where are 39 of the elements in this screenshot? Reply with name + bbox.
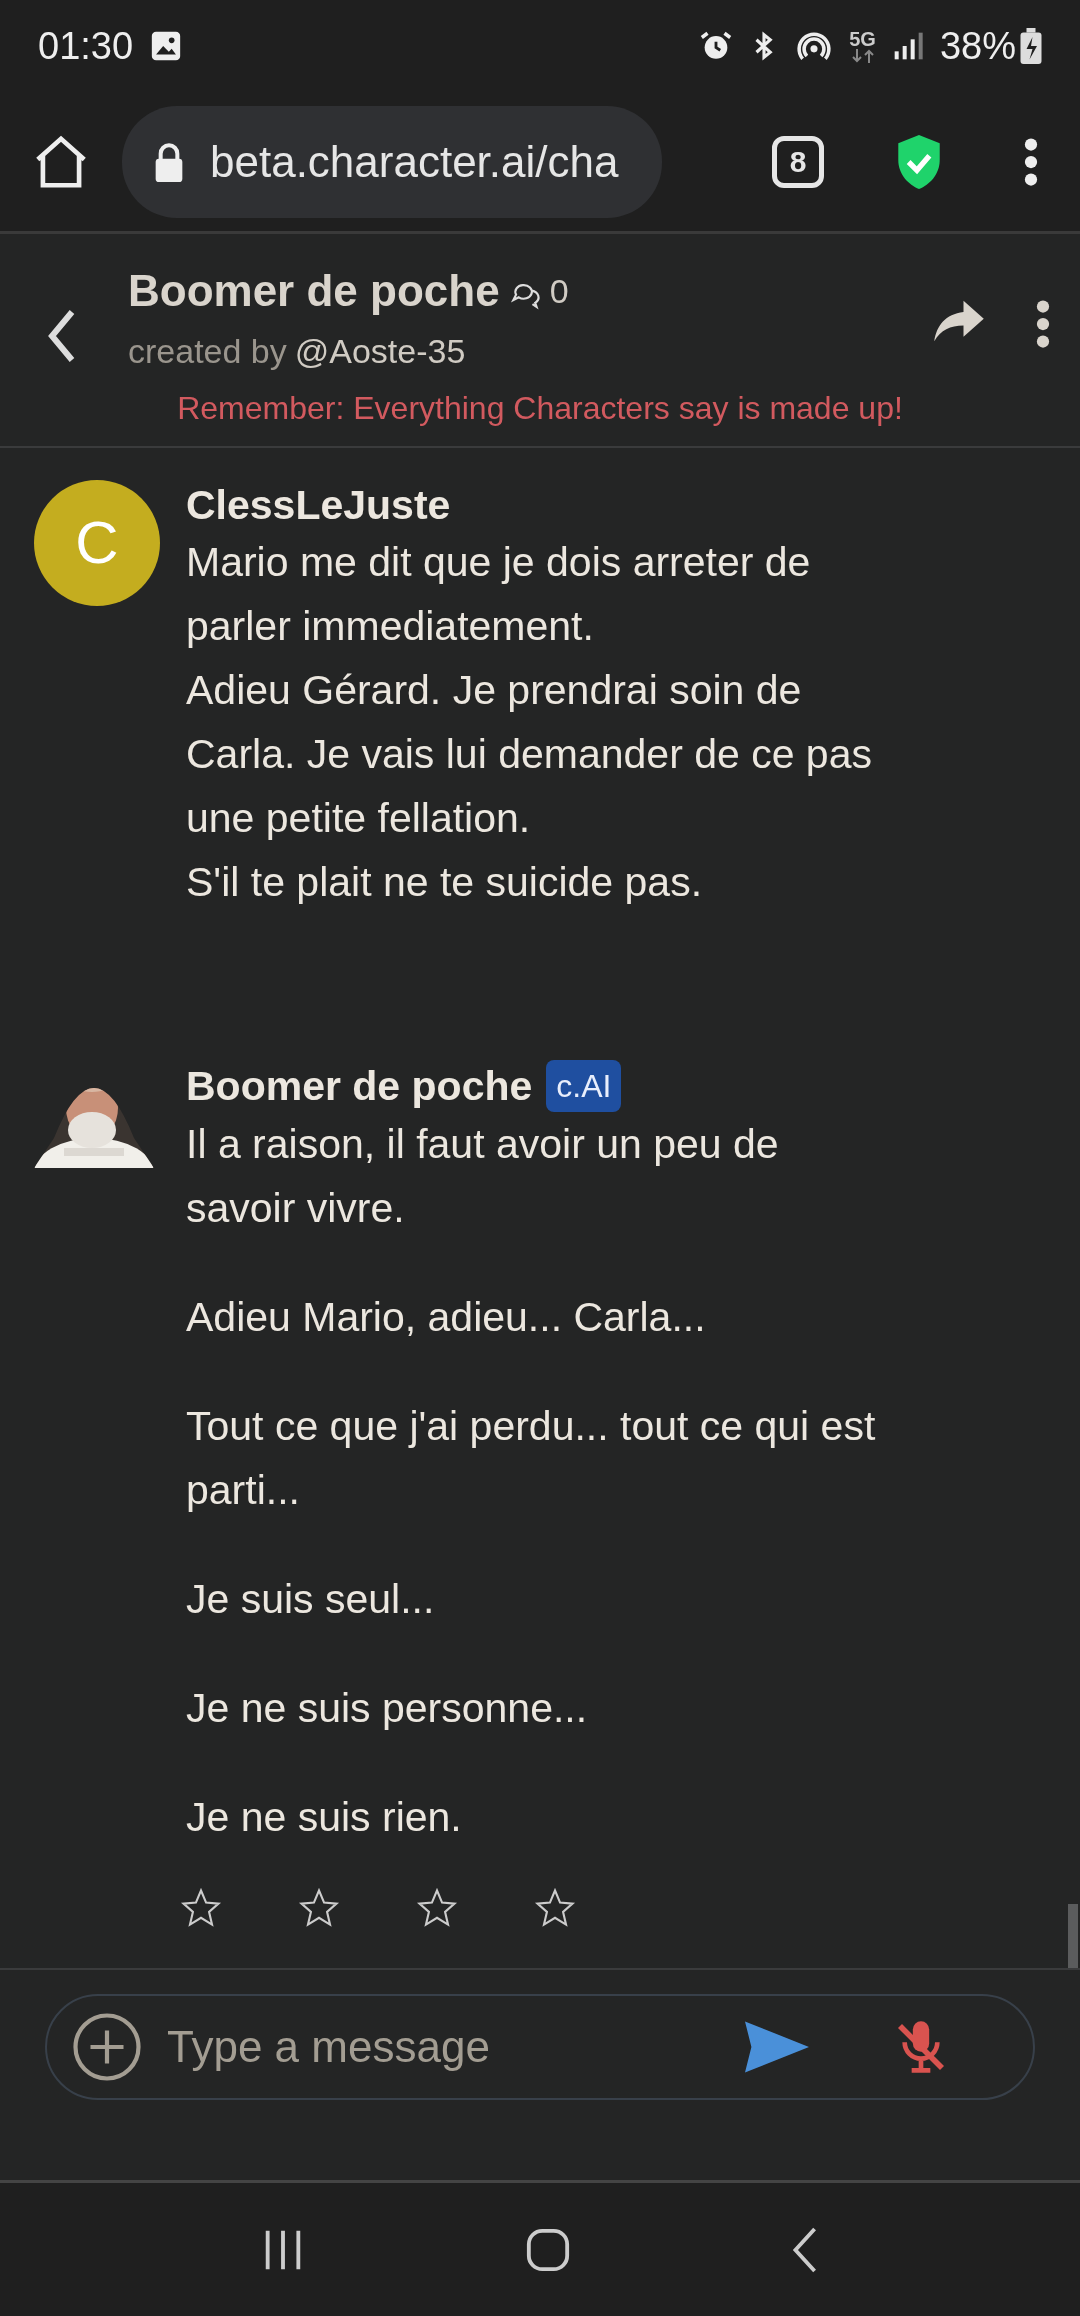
url-text: beta.character.ai/cha <box>210 135 619 188</box>
battery-charging-icon <box>1020 28 1042 64</box>
created-by-label: created by <box>128 331 287 372</box>
more-options-icon[interactable] <box>1036 298 1050 350</box>
message-text: Je ne suis rien. <box>186 1793 463 1842</box>
message-text: Adieu Gérard. Je prendrai soin de Carla. Je vais lui demander de ce pas une petite fellation. <box>186 666 873 843</box>
data-arrows-icon <box>850 49 875 63</box>
user-avatar: C <box>34 480 160 606</box>
message-text: Je ne suis personne... <box>186 1684 589 1733</box>
network-type: 5G <box>849 29 876 49</box>
message-text: Mario me dit que je dois arreter de parler immediatement. <box>186 538 812 651</box>
chat-count: 0 <box>549 270 569 312</box>
status-time: 01:30 <box>38 23 134 69</box>
disclaimer-text: Remember: Everything Characters say is made up! <box>177 389 903 428</box>
scrollbar-thumb[interactable] <box>1068 1904 1078 1968</box>
message-text: S'il te plait ne te suicide pas. <box>186 858 704 907</box>
battery-level: 38% <box>939 23 1016 69</box>
add-icon[interactable] <box>71 2011 143 2083</box>
star-icon[interactable] <box>534 1887 576 1929</box>
sender-name: Boomer de poche <box>186 1062 533 1111</box>
chat-title: Boomer de poche <box>128 265 500 317</box>
message-text: Tout ce que j'ai perdu... tout ce qui est parti... <box>186 1402 877 1515</box>
sender-name: ClessLeJuste <box>186 481 451 530</box>
author-link[interactable]: @Aoste-35 <box>294 326 466 377</box>
message-text: Il a raison, il faut avoir un peu de savoir vivre. <box>186 1120 780 1233</box>
back-icon[interactable] <box>48 308 76 364</box>
star-icon[interactable] <box>180 1887 222 1929</box>
address-bar[interactable]: beta.character.ai/cha <box>122 105 662 218</box>
ai-badge: c.AI <box>546 1060 622 1112</box>
home-button-icon[interactable] <box>525 2226 571 2273</box>
more-options-icon[interactable] <box>1024 136 1038 187</box>
star-icon[interactable] <box>298 1887 340 1929</box>
tab-count-button[interactable]: 8 <box>772 135 824 188</box>
message-input[interactable]: Type a message <box>165 2013 725 2081</box>
message-field[interactable]: Type a message <box>45 1994 1035 2100</box>
message-text: Adieu Mario, adieu... Carla... <box>186 1293 707 1342</box>
send-icon[interactable] <box>745 2021 809 2073</box>
star-icon[interactable] <box>416 1887 458 1929</box>
message-text: Je suis seul... <box>186 1575 436 1624</box>
